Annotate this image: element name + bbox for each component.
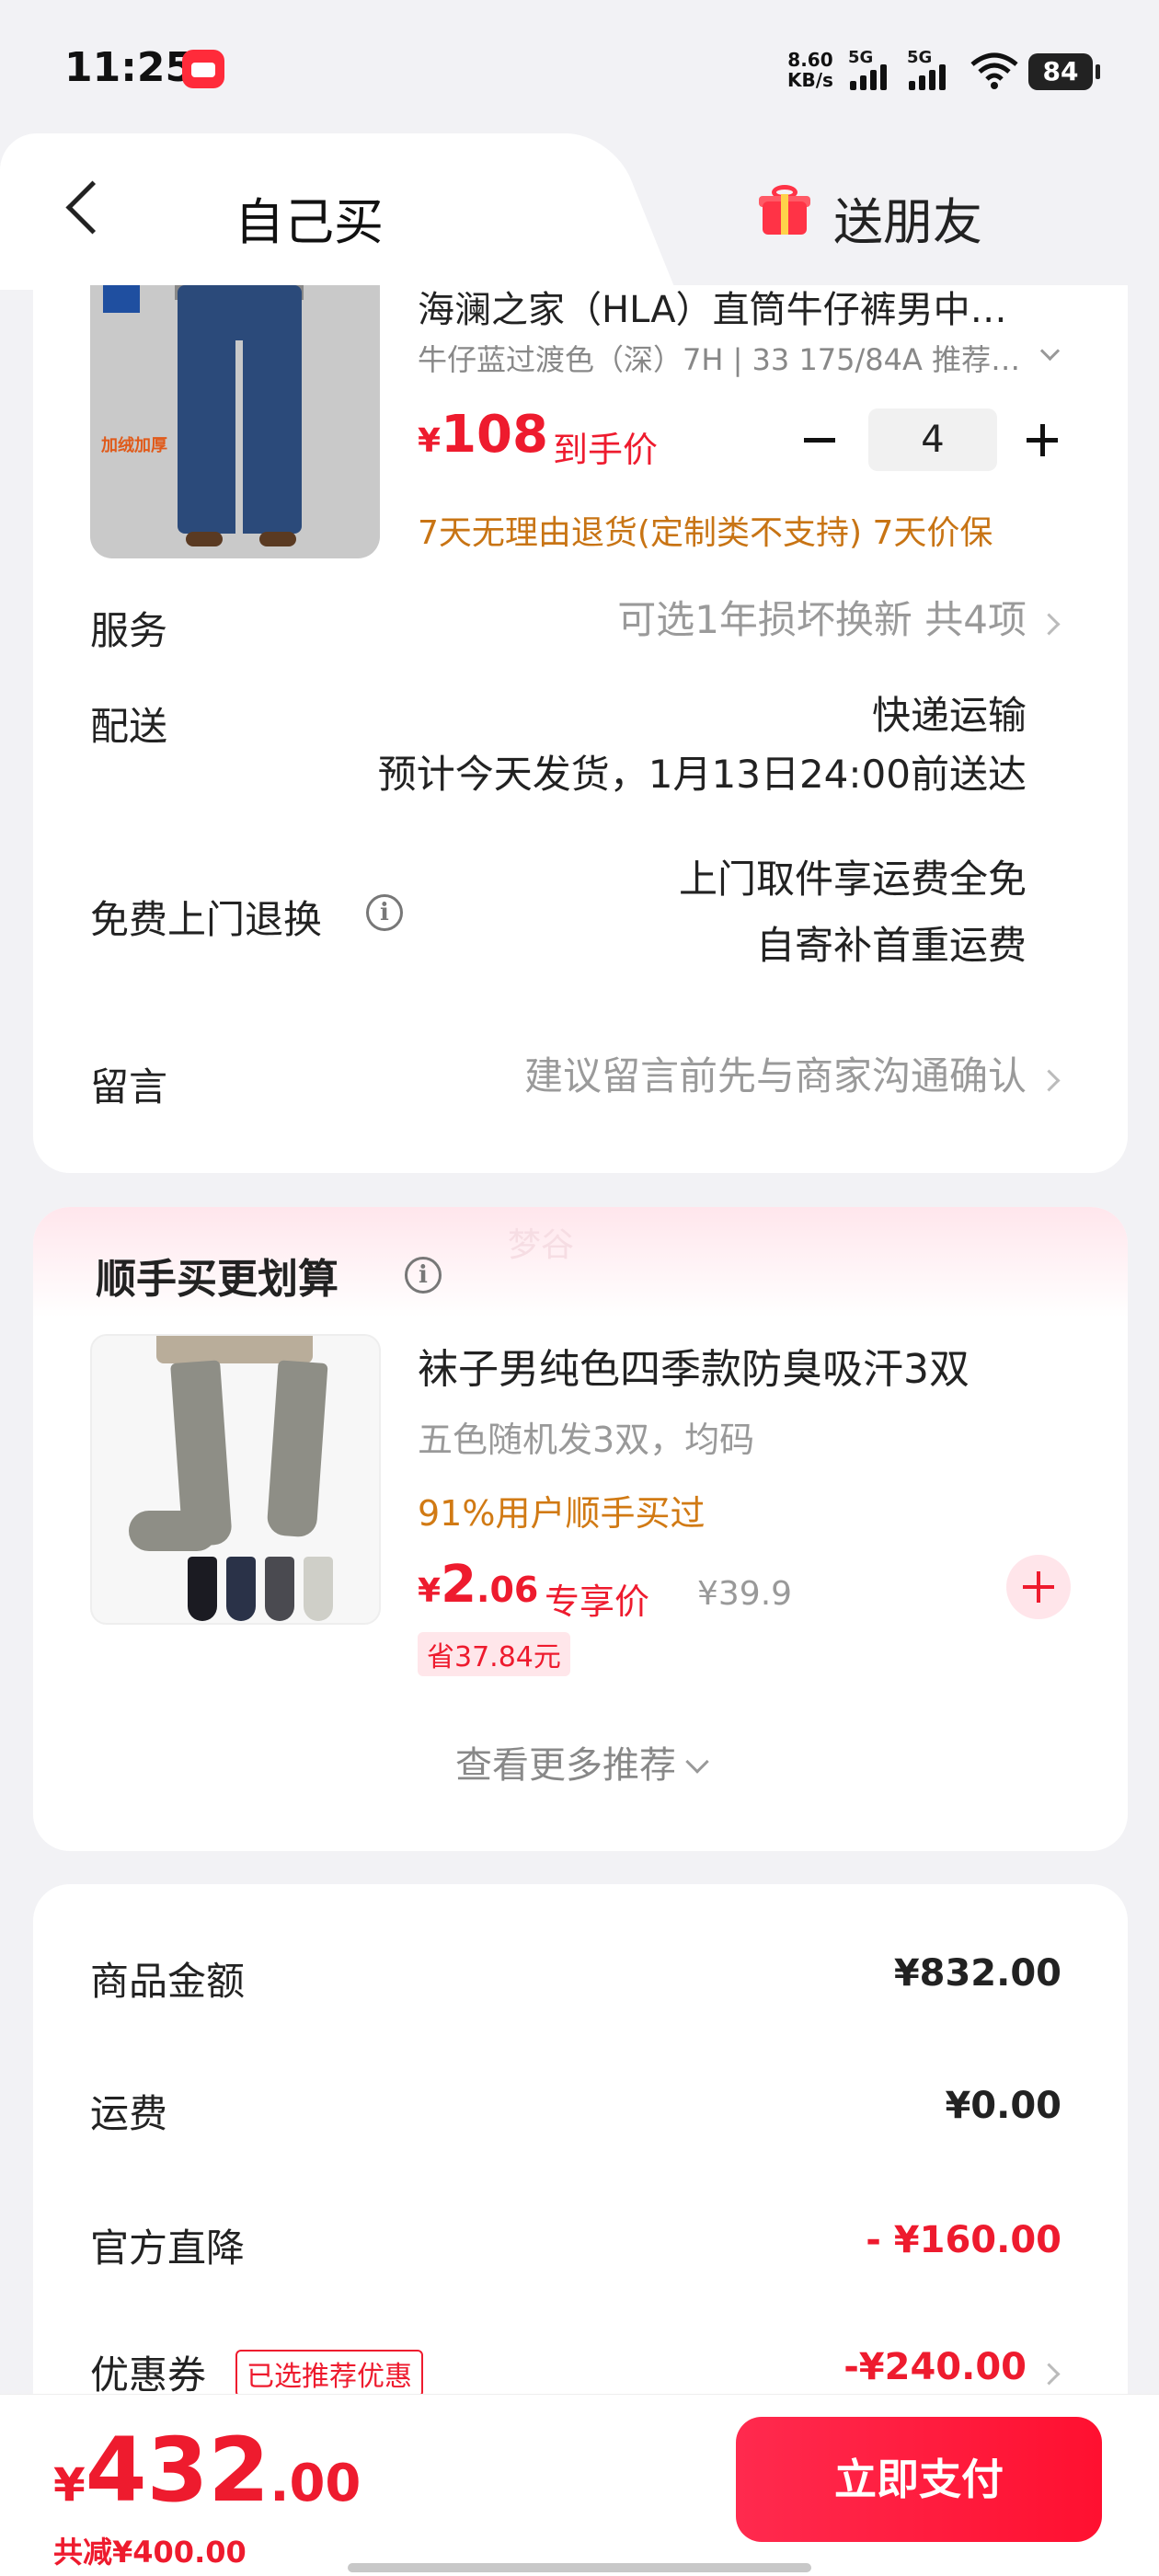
total-saved: 共减¥400.00 — [53, 2535, 247, 2570]
watermark: 梦谷 — [508, 1226, 575, 1264]
return-policy: 7天无理由退货(定制类不支持) 7天价保 — [418, 514, 993, 552]
spec-chevron-down-icon[interactable] — [1038, 342, 1060, 364]
coupon-label: 优惠券 — [90, 2352, 207, 2398]
total-price: ¥432.00 — [53, 2419, 361, 2522]
product-image[interactable]: 加绒加厚 — [90, 285, 380, 558]
goods-amount-value: ¥832.00 — [893, 1952, 1061, 1995]
addon-add-button[interactable] — [1006, 1555, 1071, 1619]
free-return-line1: 上门取件享运费全免 — [678, 857, 1027, 902]
quantity-minus-button[interactable] — [797, 412, 843, 467]
addon-product-title[interactable]: 袜子男纯色四季款防臭吸汗3双 — [418, 1336, 970, 1395]
gift-icon — [759, 185, 810, 236]
official-discount-label: 官方直降 — [90, 2225, 246, 2271]
app-notification-icon — [182, 50, 224, 88]
signal-icon: 5G — [848, 48, 900, 94]
goods-amount-label: 商品金额 — [90, 1959, 246, 2004]
addon-info-icon[interactable]: i — [405, 1257, 442, 1294]
addon-product-spec: 五色随机发3双，均码 — [418, 1420, 755, 1460]
quantity-plus-button[interactable] — [1019, 412, 1065, 467]
free-return-line2: 自寄补首重运费 — [755, 923, 1027, 968]
addon-bought-rate: 91%用户顺手买过 — [418, 1493, 706, 1534]
net-speed: 8.60 KB/s — [787, 49, 833, 91]
shipping-value: ¥0.00 — [945, 2085, 1061, 2127]
message-label: 留言 — [90, 1064, 168, 1110]
addon-save-badge: 省37.84元 — [418, 1632, 570, 1676]
message-input[interactable]: 建议留言前先与商家沟通确认 — [524, 1047, 1027, 1106]
status-time: 11:25 — [64, 44, 194, 91]
addon-price: ¥2.06 — [418, 1555, 539, 1615]
purchase-mode-tabs: 自己买 送朋友 — [0, 133, 1159, 290]
product-title[interactable]: 海澜之家（HLA）直筒牛仔裤男中… — [418, 280, 1061, 333]
delivery-eta: 预计今天发货，1月13日24:00前送达 — [377, 752, 1027, 797]
checkout-bar: ¥432.00 共减¥400.00 立即支付 — [0, 2394, 1159, 2576]
back-icon[interactable] — [64, 172, 101, 246]
product-price: ¥108 — [418, 405, 548, 465]
pay-now-button[interactable]: 立即支付 — [736, 2417, 1102, 2542]
see-more-recommendations[interactable]: 查看更多推荐 — [33, 1735, 1128, 1788]
home-indicator[interactable] — [348, 2563, 811, 2572]
tab-send-friend[interactable]: 送朋友 — [833, 181, 982, 254]
coupon-tag[interactable]: 已选推荐优惠 — [235, 2350, 423, 2398]
product-spec[interactable]: 牛仔蓝过渡色（深）7H | 33 175/84A 推荐… — [418, 337, 1043, 379]
addon-product-image[interactable] — [90, 1334, 381, 1625]
addon-section-title: 顺手买更划算 — [96, 1256, 339, 1303]
chevron-down-icon — [685, 1750, 709, 1774]
coupon-chevron-right-icon[interactable] — [1041, 2361, 1061, 2388]
service-value[interactable]: 可选1年损坏换新 共4项 — [617, 591, 1027, 650]
addon-original-price: ¥39.9 — [697, 1575, 793, 1613]
service-label: 服务 — [90, 608, 168, 653]
official-discount-value: - ¥160.00 — [866, 2219, 1061, 2261]
battery-icon: 84 — [1028, 53, 1100, 90]
coupon-value[interactable]: -¥240.00 — [843, 2346, 1027, 2388]
order-item-card: 加绒加厚 海澜之家（HLA）直筒牛仔裤男中… 牛仔蓝过渡色（深）7H | 33 … — [33, 285, 1128, 1173]
addon-price-label: 专享价 — [545, 1581, 650, 1622]
price-label: 到手价 — [553, 430, 659, 470]
signal-icon-2: 5G — [907, 48, 958, 94]
shipping-label: 运费 — [90, 2091, 168, 2136]
delivery-method: 快递运输 — [871, 693, 1027, 738]
quantity-input[interactable]: 4 — [868, 408, 997, 471]
tab-buy-self-label[interactable]: 自己买 — [235, 181, 384, 254]
free-return-label: 免费上门退换 — [90, 897, 323, 942]
addon-card: 梦谷 顺手买更划算 i 袜子男纯色四季款防臭吸汗3双 五色随机发3双，均码 91… — [33, 1207, 1128, 1851]
free-return-info-icon[interactable]: i — [366, 894, 403, 931]
service-chevron-right-icon[interactable] — [1041, 611, 1061, 638]
delivery-label: 配送 — [90, 704, 168, 749]
wifi-icon — [970, 52, 1018, 89]
message-chevron-right-icon[interactable] — [1041, 1067, 1061, 1095]
status-bar: 11:25 8.60 KB/s 5G 5G 84 — [0, 0, 1159, 138]
